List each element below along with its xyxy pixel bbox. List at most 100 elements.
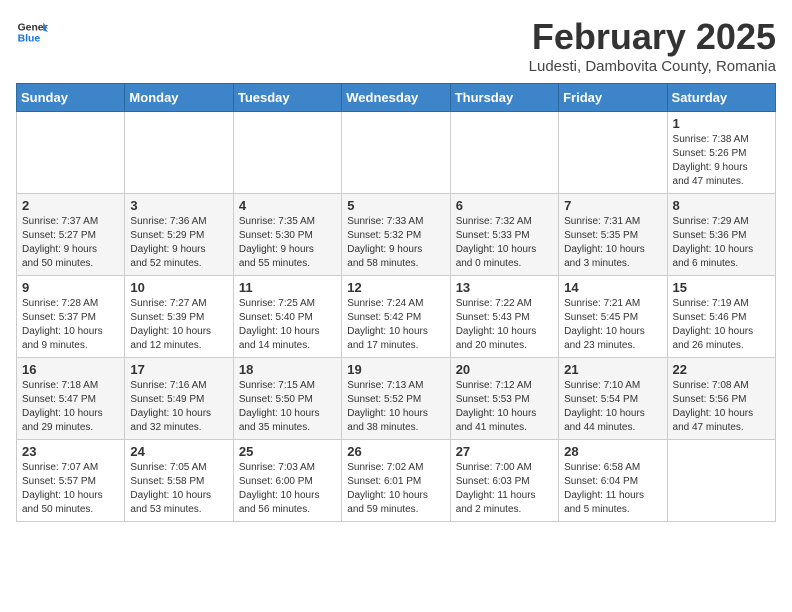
day-number: 17 bbox=[130, 362, 227, 377]
calendar-cell: 15 Sunrise: 7:19 AM Sunset: 5:46 PM Dayli… bbox=[667, 276, 775, 358]
calendar-cell: 13Sunrise: 7:22 AM Sunset: 5:43 PM Dayli… bbox=[450, 276, 558, 358]
weekday-header-monday: Monday bbox=[125, 84, 233, 112]
calendar-cell: 19Sunrise: 7:13 AM Sunset: 5:52 PM Dayli… bbox=[342, 358, 450, 440]
day-info: Sunrise: 7:10 AM Sunset: 5:54 PM Dayligh… bbox=[564, 379, 661, 435]
day-info: Sunrise: 7:02 AM Sunset: 6:01 PM Dayligh… bbox=[347, 461, 444, 517]
day-info: Sunrise: 7:15 AM Sunset: 5:50 PM Dayligh… bbox=[239, 379, 336, 435]
day-info: Sunrise: 7:28 AM Sunset: 5:37 PM Dayligh… bbox=[22, 297, 119, 353]
day-number: 22 bbox=[673, 362, 770, 377]
calendar-table: SundayMondayTuesdayWednesdayThursdayFrid… bbox=[16, 83, 776, 522]
weekday-header-wednesday: Wednesday bbox=[342, 84, 450, 112]
day-number: 28 bbox=[564, 444, 661, 459]
calendar-cell bbox=[125, 112, 233, 194]
day-number: 23 bbox=[22, 444, 119, 459]
day-info: Sunrise: 7:32 AM Sunset: 5:33 PM Dayligh… bbox=[456, 215, 553, 271]
calendar-cell: 18 Sunrise: 7:15 AM Sunset: 5:50 PM Dayli… bbox=[233, 358, 341, 440]
calendar-cell: 10 Sunrise: 7:27 AM Sunset: 5:39 PM Dayli… bbox=[125, 276, 233, 358]
day-number: 2 bbox=[22, 198, 119, 213]
calendar-cell: 9 Sunrise: 7:28 AM Sunset: 5:37 PM Daylig… bbox=[17, 276, 125, 358]
day-info: Sunrise: 7:25 AM Sunset: 5:40 PM Dayligh… bbox=[239, 297, 336, 353]
day-number: 15 bbox=[673, 280, 770, 295]
location-subtitle: Ludesti, Dambovita County, Romania bbox=[529, 58, 776, 75]
calendar-cell: 4 Sunrise: 7:35 AM Sunset: 5:30 PM Daylig… bbox=[233, 194, 341, 276]
day-info: Sunrise: 7:16 AM Sunset: 5:49 PM Dayligh… bbox=[130, 379, 227, 435]
day-number: 20 bbox=[456, 362, 553, 377]
day-number: 21 bbox=[564, 362, 661, 377]
day-info: Sunrise: 7:35 AM Sunset: 5:30 PM Dayligh… bbox=[239, 215, 336, 271]
day-number: 13 bbox=[456, 280, 553, 295]
calendar-cell: 3 Sunrise: 7:36 AM Sunset: 5:29 PM Daylig… bbox=[125, 194, 233, 276]
calendar-cell bbox=[450, 112, 558, 194]
day-info: Sunrise: 7:00 AM Sunset: 6:03 PM Dayligh… bbox=[456, 461, 553, 517]
day-info: Sunrise: 7:12 AM Sunset: 5:53 PM Dayligh… bbox=[456, 379, 553, 435]
calendar-cell: 8Sunrise: 7:29 AM Sunset: 5:36 PM Daylig… bbox=[667, 194, 775, 276]
calendar-cell: 6 Sunrise: 7:32 AM Sunset: 5:33 PM Daylig… bbox=[450, 194, 558, 276]
calendar-week-row: 1 Sunrise: 7:38 AM Sunset: 5:26 PM Daylig… bbox=[17, 112, 776, 194]
calendar-week-row: 9 Sunrise: 7:28 AM Sunset: 5:37 PM Daylig… bbox=[17, 276, 776, 358]
day-info: Sunrise: 7:08 AM Sunset: 5:56 PM Dayligh… bbox=[673, 379, 770, 435]
day-number: 10 bbox=[130, 280, 227, 295]
calendar-cell: 23 Sunrise: 7:07 AM Sunset: 5:57 PM Dayli… bbox=[17, 440, 125, 522]
day-info: Sunrise: 7:27 AM Sunset: 5:39 PM Dayligh… bbox=[130, 297, 227, 353]
weekday-header-friday: Friday bbox=[559, 84, 667, 112]
calendar-cell: 1 Sunrise: 7:38 AM Sunset: 5:26 PM Daylig… bbox=[667, 112, 775, 194]
day-number: 12 bbox=[347, 280, 444, 295]
calendar-cell: 25 Sunrise: 7:03 AM Sunset: 6:00 PM Dayli… bbox=[233, 440, 341, 522]
day-info: Sunrise: 7:38 AM Sunset: 5:26 PM Dayligh… bbox=[673, 133, 770, 189]
day-number: 7 bbox=[564, 198, 661, 213]
day-number: 6 bbox=[456, 198, 553, 213]
month-year-title: February 2025 bbox=[529, 16, 776, 58]
day-info: Sunrise: 7:33 AM Sunset: 5:32 PM Dayligh… bbox=[347, 215, 444, 271]
calendar-week-row: 23 Sunrise: 7:07 AM Sunset: 5:57 PM Dayli… bbox=[17, 440, 776, 522]
day-info: Sunrise: 6:58 AM Sunset: 6:04 PM Dayligh… bbox=[564, 461, 661, 517]
day-info: Sunrise: 7:19 AM Sunset: 5:46 PM Dayligh… bbox=[673, 297, 770, 353]
day-info: Sunrise: 7:24 AM Sunset: 5:42 PM Dayligh… bbox=[347, 297, 444, 353]
calendar-cell bbox=[559, 112, 667, 194]
logo: General Blue bbox=[16, 16, 48, 48]
day-info: Sunrise: 7:03 AM Sunset: 6:00 PM Dayligh… bbox=[239, 461, 336, 517]
day-info: Sunrise: 7:36 AM Sunset: 5:29 PM Dayligh… bbox=[130, 215, 227, 271]
calendar-cell: 20 Sunrise: 7:12 AM Sunset: 5:53 PM Dayli… bbox=[450, 358, 558, 440]
day-number: 26 bbox=[347, 444, 444, 459]
day-number: 25 bbox=[239, 444, 336, 459]
day-number: 4 bbox=[239, 198, 336, 213]
calendar-cell: 7 Sunrise: 7:31 AM Sunset: 5:35 PM Daylig… bbox=[559, 194, 667, 276]
calendar-cell: 2 Sunrise: 7:37 AM Sunset: 5:27 PM Daylig… bbox=[17, 194, 125, 276]
day-number: 9 bbox=[22, 280, 119, 295]
day-info: Sunrise: 7:18 AM Sunset: 5:47 PM Dayligh… bbox=[22, 379, 119, 435]
calendar-cell bbox=[17, 112, 125, 194]
page-header: General Blue February 2025 Ludesti, Damb… bbox=[16, 16, 776, 75]
weekday-header-sunday: Sunday bbox=[17, 84, 125, 112]
weekday-header-tuesday: Tuesday bbox=[233, 84, 341, 112]
calendar-cell: 12 Sunrise: 7:24 AM Sunset: 5:42 PM Dayli… bbox=[342, 276, 450, 358]
calendar-cell: 5 Sunrise: 7:33 AM Sunset: 5:32 PM Daylig… bbox=[342, 194, 450, 276]
day-info: Sunrise: 7:37 AM Sunset: 5:27 PM Dayligh… bbox=[22, 215, 119, 271]
calendar-cell: 17 Sunrise: 7:16 AM Sunset: 5:49 PM Dayli… bbox=[125, 358, 233, 440]
calendar-cell bbox=[233, 112, 341, 194]
title-area: February 2025 Ludesti, Dambovita County,… bbox=[529, 16, 776, 75]
day-number: 3 bbox=[130, 198, 227, 213]
weekday-header-thursday: Thursday bbox=[450, 84, 558, 112]
calendar-cell bbox=[342, 112, 450, 194]
calendar-cell bbox=[667, 440, 775, 522]
day-info: Sunrise: 7:29 AM Sunset: 5:36 PM Dayligh… bbox=[673, 215, 770, 271]
day-number: 5 bbox=[347, 198, 444, 213]
day-number: 1 bbox=[673, 116, 770, 131]
day-number: 11 bbox=[239, 280, 336, 295]
logo-icon: General Blue bbox=[16, 16, 48, 48]
day-info: Sunrise: 7:21 AM Sunset: 5:45 PM Dayligh… bbox=[564, 297, 661, 353]
calendar-cell: 26 Sunrise: 7:02 AM Sunset: 6:01 PM Dayli… bbox=[342, 440, 450, 522]
calendar-week-row: 16 Sunrise: 7:18 AM Sunset: 5:47 PM Dayli… bbox=[17, 358, 776, 440]
calendar-cell: 28 Sunrise: 6:58 AM Sunset: 6:04 PM Dayli… bbox=[559, 440, 667, 522]
day-number: 19 bbox=[347, 362, 444, 377]
day-info: Sunrise: 7:05 AM Sunset: 5:58 PM Dayligh… bbox=[130, 461, 227, 517]
svg-text:Blue: Blue bbox=[18, 34, 41, 45]
day-number: 27 bbox=[456, 444, 553, 459]
calendar-cell: 11 Sunrise: 7:25 AM Sunset: 5:40 PM Dayli… bbox=[233, 276, 341, 358]
day-number: 18 bbox=[239, 362, 336, 377]
day-number: 14 bbox=[564, 280, 661, 295]
calendar-cell: 22 Sunrise: 7:08 AM Sunset: 5:56 PM Dayli… bbox=[667, 358, 775, 440]
day-number: 16 bbox=[22, 362, 119, 377]
day-info: Sunrise: 7:07 AM Sunset: 5:57 PM Dayligh… bbox=[22, 461, 119, 517]
day-info: Sunrise: 7:31 AM Sunset: 5:35 PM Dayligh… bbox=[564, 215, 661, 271]
